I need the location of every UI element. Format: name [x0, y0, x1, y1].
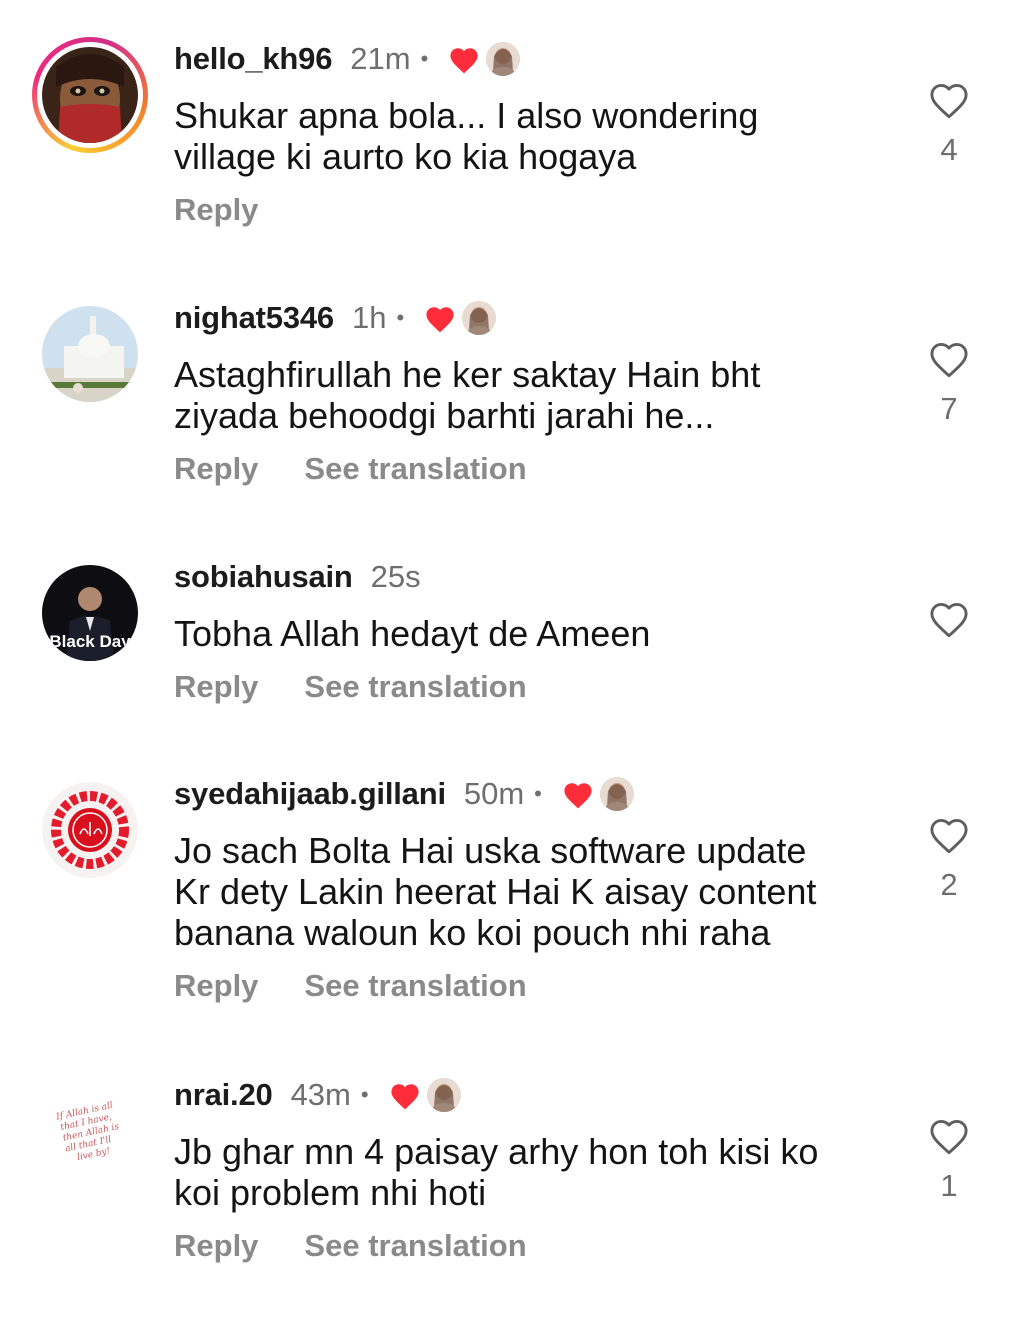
comment-text: Jo sach Bolta Hai uska software update K… — [174, 830, 817, 953]
heart-filled-icon — [450, 47, 478, 73]
heart-outline-icon[interactable] — [927, 1116, 971, 1156]
heart-outline-icon[interactable] — [927, 80, 971, 120]
heart-filled-icon — [391, 1083, 419, 1109]
creator-mini-avatar — [599, 777, 634, 811]
like-count: 1 — [940, 1168, 958, 1203]
see-translation-button[interactable]: See translation — [304, 1228, 526, 1264]
avatar-caption: Black Day — [49, 632, 131, 651]
comment-timestamp: 43m — [290, 1077, 351, 1112]
comment-text: Jb ghar mn 4 paisay arhy hon toh kisi ko… — [174, 1131, 819, 1213]
separator-dot: • — [534, 781, 542, 806]
comment-text: Tobha Allah hedayt de Ameen — [174, 613, 651, 654]
comment-text: Shukar apna bola... I also wondering vil… — [174, 95, 759, 177]
comment-username[interactable]: hello_kh96 — [174, 41, 332, 77]
separator-dot: • — [420, 46, 429, 71]
comment-username[interactable]: nrai.20 — [174, 1077, 273, 1113]
comment-timestamp: 1h — [351, 300, 387, 335]
comment-username[interactable]: sobiahusain — [174, 559, 353, 595]
author-liked-indicator — [424, 301, 497, 335]
see-translation-button[interactable]: See translation — [304, 669, 526, 705]
woman-veil-avatar[interactable] — [42, 47, 138, 143]
reply-button[interactable]: Reply — [174, 1228, 258, 1264]
reply-button[interactable]: Reply — [174, 451, 258, 487]
heart-outline-icon[interactable] — [927, 815, 971, 855]
heart-outline-icon[interactable] — [927, 599, 971, 639]
calligraphy-roses-avatar[interactable] — [42, 782, 138, 878]
creator-mini-avatar — [486, 42, 521, 76]
see-translation-button[interactable]: See translation — [304, 968, 526, 1004]
see-translation-button[interactable]: See translation — [304, 451, 526, 487]
handwritten-quote-avatar[interactable]: If Allah is all that I have, then Allah … — [42, 1083, 138, 1179]
heart-outline-icon[interactable] — [927, 339, 971, 379]
heart-filled-icon — [426, 306, 454, 332]
comment-text: Astaghfirullah he ker saktay Hain bht zi… — [174, 354, 761, 436]
black-day-avatar[interactable]: Black Day — [42, 565, 138, 661]
separator-dot: • — [396, 305, 405, 330]
author-liked-indicator — [389, 1078, 461, 1112]
heart-filled-icon — [564, 782, 592, 808]
comment-timestamp: 50m — [463, 776, 525, 811]
creator-mini-avatar — [426, 1078, 461, 1112]
mosque-avatar[interactable] — [42, 306, 138, 402]
comment-username[interactable]: syedahijaab.gillani — [174, 776, 446, 812]
comment-timestamp: 21m — [350, 41, 411, 76]
like-count: 4 — [940, 132, 958, 167]
like-count: 7 — [940, 391, 958, 426]
story-ring[interactable] — [32, 37, 148, 153]
reply-button[interactable]: Reply — [174, 669, 258, 705]
comment-timestamp: 25s — [370, 559, 421, 594]
reply-button[interactable]: Reply — [174, 192, 258, 228]
separator-dot: • — [360, 1082, 369, 1107]
creator-mini-avatar — [462, 301, 497, 335]
reply-button[interactable]: Reply — [174, 968, 258, 1004]
author-liked-indicator — [562, 777, 634, 811]
comment-username[interactable]: nighat5346 — [174, 300, 334, 336]
like-count: 2 — [940, 867, 958, 902]
author-liked-indicator — [448, 42, 521, 76]
